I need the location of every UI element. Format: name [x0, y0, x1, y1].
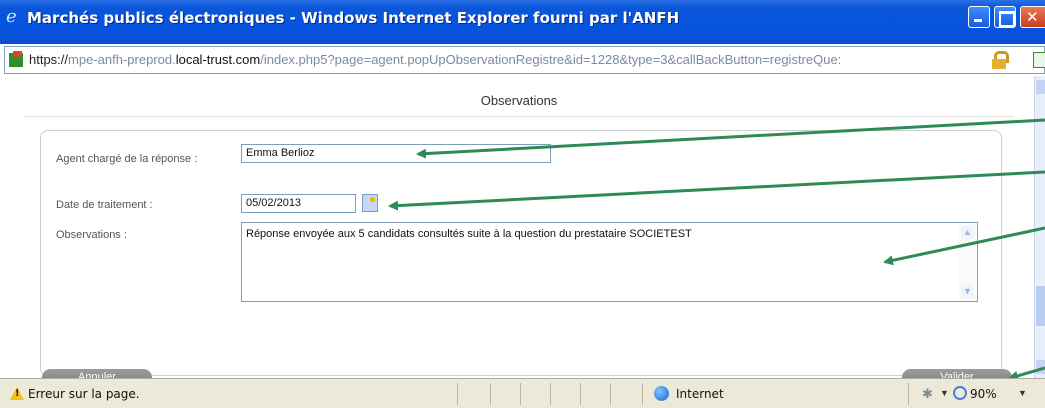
status-bar: Erreur sur la page. Internet ✱ ▼ 90% ▼: [0, 378, 1045, 408]
agent-label: Agent chargé de la réponse :: [56, 153, 198, 165]
anfh-favicon-icon: [9, 51, 25, 69]
address-url[interactable]: https://mpe-anfh-preprod.local-trust.com…: [29, 52, 979, 68]
observations-label: Observations :: [56, 229, 127, 241]
status-divider: [642, 383, 643, 405]
agent-input[interactable]: Emma Berlioz: [241, 144, 551, 163]
status-divider: [610, 383, 611, 405]
dialog-title: Observations: [480, 93, 558, 108]
lock-icon[interactable]: [990, 51, 1009, 69]
observations-textarea[interactable]: Réponse envoyée aux 5 candidats consulté…: [241, 222, 978, 302]
ie-icon: e: [6, 6, 17, 27]
status-divider: [550, 383, 551, 405]
zoom-icon[interactable]: [953, 386, 967, 400]
url-path: /index.php5?page=agent.popUpObservationR…: [260, 52, 842, 67]
status-divider: [580, 383, 581, 405]
window-titlebar: e Marchés publics électroniques - Window…: [0, 0, 1045, 44]
date-input[interactable]: 05/02/2013: [241, 194, 356, 213]
status-divider: [520, 383, 521, 405]
chevron-down-icon[interactable]: ▼: [1018, 388, 1027, 398]
scroll-down-icon[interactable]: ▼: [961, 285, 974, 298]
warning-icon[interactable]: [10, 387, 24, 401]
page-icon[interactable]: [1033, 52, 1045, 68]
minimize-button[interactable]: [968, 6, 990, 28]
zoom-level[interactable]: 90%: [970, 387, 997, 401]
textarea-scrollbar[interactable]: ▲ ▼: [959, 224, 976, 300]
status-message[interactable]: Erreur sur la page.: [28, 387, 140, 401]
address-bar[interactable]: https://mpe-anfh-preprod.local-trust.com…: [4, 46, 1045, 74]
status-divider: [908, 383, 909, 405]
page-scroll-thumb[interactable]: [1036, 286, 1045, 326]
url-subdomain: mpe-anfh-preprod.: [68, 52, 176, 67]
security-zone[interactable]: Internet: [676, 387, 724, 401]
window-title: Marchés publics électroniques - Windows …: [27, 9, 680, 27]
url-domain: local-trust.com: [175, 52, 261, 67]
page-scroll-up-icon[interactable]: [1036, 80, 1045, 94]
scroll-up-icon[interactable]: ▲: [961, 226, 974, 239]
title-divider: [24, 116, 1014, 117]
observations-text: Réponse envoyée aux 5 candidats consulté…: [246, 228, 692, 240]
popup-page: Observations Agent chargé de la réponse …: [4, 76, 1034, 386]
protected-mode-icon[interactable]: ✱: [922, 386, 938, 401]
date-label: Date de traitement :: [56, 199, 153, 211]
globe-icon: [654, 386, 669, 401]
chevron-down-icon[interactable]: ▼: [940, 388, 949, 398]
minimize-icon: [969, 7, 989, 27]
status-divider: [490, 383, 491, 405]
close-icon: [1021, 7, 1045, 27]
close-button[interactable]: [1020, 6, 1045, 28]
page-scrollbar[interactable]: [1034, 76, 1045, 378]
calendar-icon[interactable]: [362, 194, 378, 212]
maximize-icon: [995, 7, 1015, 27]
status-divider: [457, 383, 458, 405]
url-protocol: https://: [29, 52, 69, 67]
maximize-button[interactable]: [994, 6, 1016, 28]
page-scroll-down-icon[interactable]: [1036, 360, 1045, 374]
